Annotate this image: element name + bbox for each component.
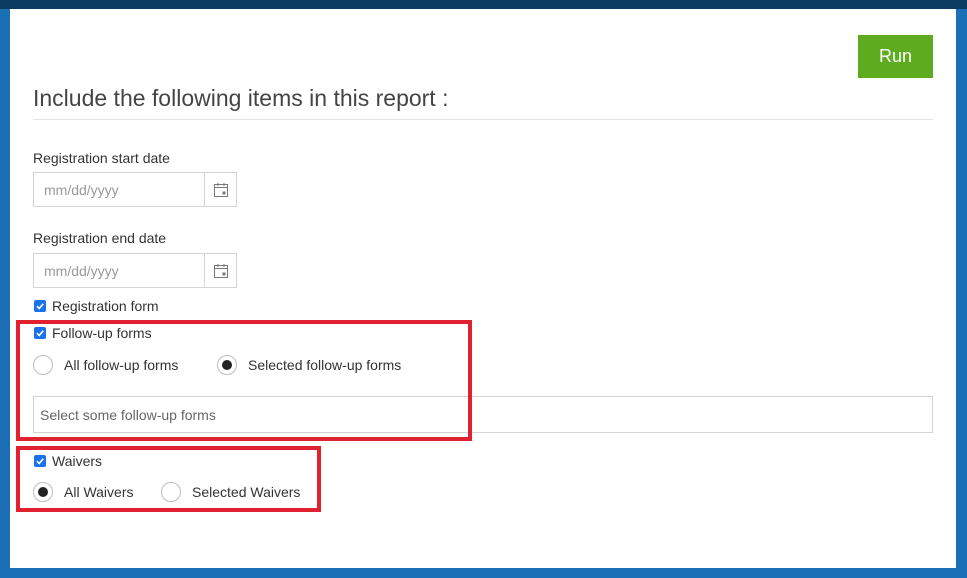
registration-form-option[interactable]: Registration form — [34, 298, 159, 314]
page-title: Include the following items in this repo… — [33, 85, 449, 111]
calendar-icon — [213, 263, 228, 278]
title-divider — [33, 119, 933, 120]
checkmark-icon — [36, 303, 44, 310]
registration-form-checkbox[interactable] — [34, 300, 46, 312]
registration-end-field — [33, 253, 237, 288]
registration-start-label: Registration start date — [33, 150, 170, 166]
registration-end-input[interactable] — [34, 254, 204, 287]
registration-end-label: Registration end date — [33, 230, 167, 246]
bottom-frame — [0, 568, 967, 578]
calendar-icon — [213, 182, 228, 197]
registration-start-input[interactable] — [34, 173, 204, 206]
registration-start-calendar-button[interactable] — [204, 173, 236, 206]
registration-end-calendar-button[interactable] — [204, 254, 236, 287]
waivers-highlight-box — [16, 446, 321, 512]
top-bar — [0, 0, 967, 9]
run-button[interactable]: Run — [858, 35, 933, 78]
registration-form-label: Registration form — [52, 298, 159, 314]
registration-start-field — [33, 172, 237, 207]
followup-highlight-box — [16, 320, 472, 441]
